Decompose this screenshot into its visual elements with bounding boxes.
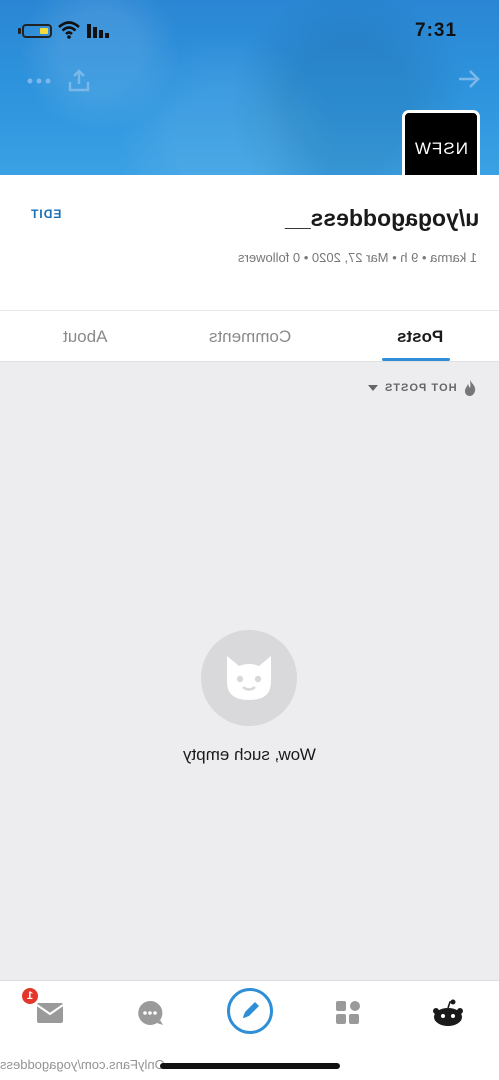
arrow-back-icon[interactable] [456,66,482,92]
cat-icon [227,656,271,700]
signal-icon [87,24,109,38]
tab-active-indicator [382,358,450,361]
grid-icon [336,1001,360,1024]
username: u/yogagoddess__ [285,205,479,232]
sort-label: HOT POSTS [384,382,457,394]
mail-icon [36,1003,64,1023]
home-indicator [160,1063,340,1069]
flame-icon [464,380,475,396]
status-time: 7:31 [415,20,458,41]
battery-nub [18,28,21,34]
watermark: OnlyFans.com/yogagoddess [0,1057,165,1072]
empty-state-label: Wow, such empty [183,745,316,764]
edit-label: EDIT [30,207,62,221]
tab-about[interactable]: About [40,311,130,363]
profile-card: EDIT u/yogagoddess__ 1 karma • 9 h • Mar… [0,175,499,310]
chat-tab[interactable] [130,993,170,1033]
chevron-down-icon [368,385,378,391]
home-tab[interactable] [428,993,468,1033]
sort-selector[interactable]: HOT POSTS [368,378,477,398]
profile-tabs: About Comments Posts [0,310,499,362]
empty-state-text: Wow, such empty [0,745,499,765]
pencil-icon [243,1002,259,1018]
empty-state-illustration [201,630,297,726]
watermark-text: OnlyFans.com/yogagoddess [0,1057,165,1072]
inbox-badge: 1 [20,986,40,1006]
share-icon[interactable] [66,68,92,94]
inbox-badge-count: 1 [26,990,34,1002]
avatar-label: NSFW [413,139,469,158]
battery-icon [22,24,52,38]
tab-comments[interactable]: Comments [195,311,305,363]
more-icon[interactable] [26,72,52,90]
username-text: u/yogagoddess__ [284,205,479,231]
tab-posts-label: Posts [396,327,444,346]
tab-comments-label: Comments [208,327,292,346]
tab-about-label: About [62,327,108,346]
communities-tab[interactable] [328,993,368,1033]
wifi-icon [58,21,80,39]
edit-button[interactable]: EDIT [30,207,61,221]
status-bar: 7:31 [0,0,499,58]
profile-meta: 1 karma • 9 h • Mar 27, 2020 • 0 followe… [238,250,477,265]
create-post-tab[interactable] [227,988,273,1034]
profile-meta-text: 1 karma • 9 h • Mar 27, 2020 • 0 followe… [237,250,477,265]
snoo-icon [433,999,463,1026]
tab-posts[interactable]: Posts [375,311,465,363]
chat-icon [138,1000,163,1025]
